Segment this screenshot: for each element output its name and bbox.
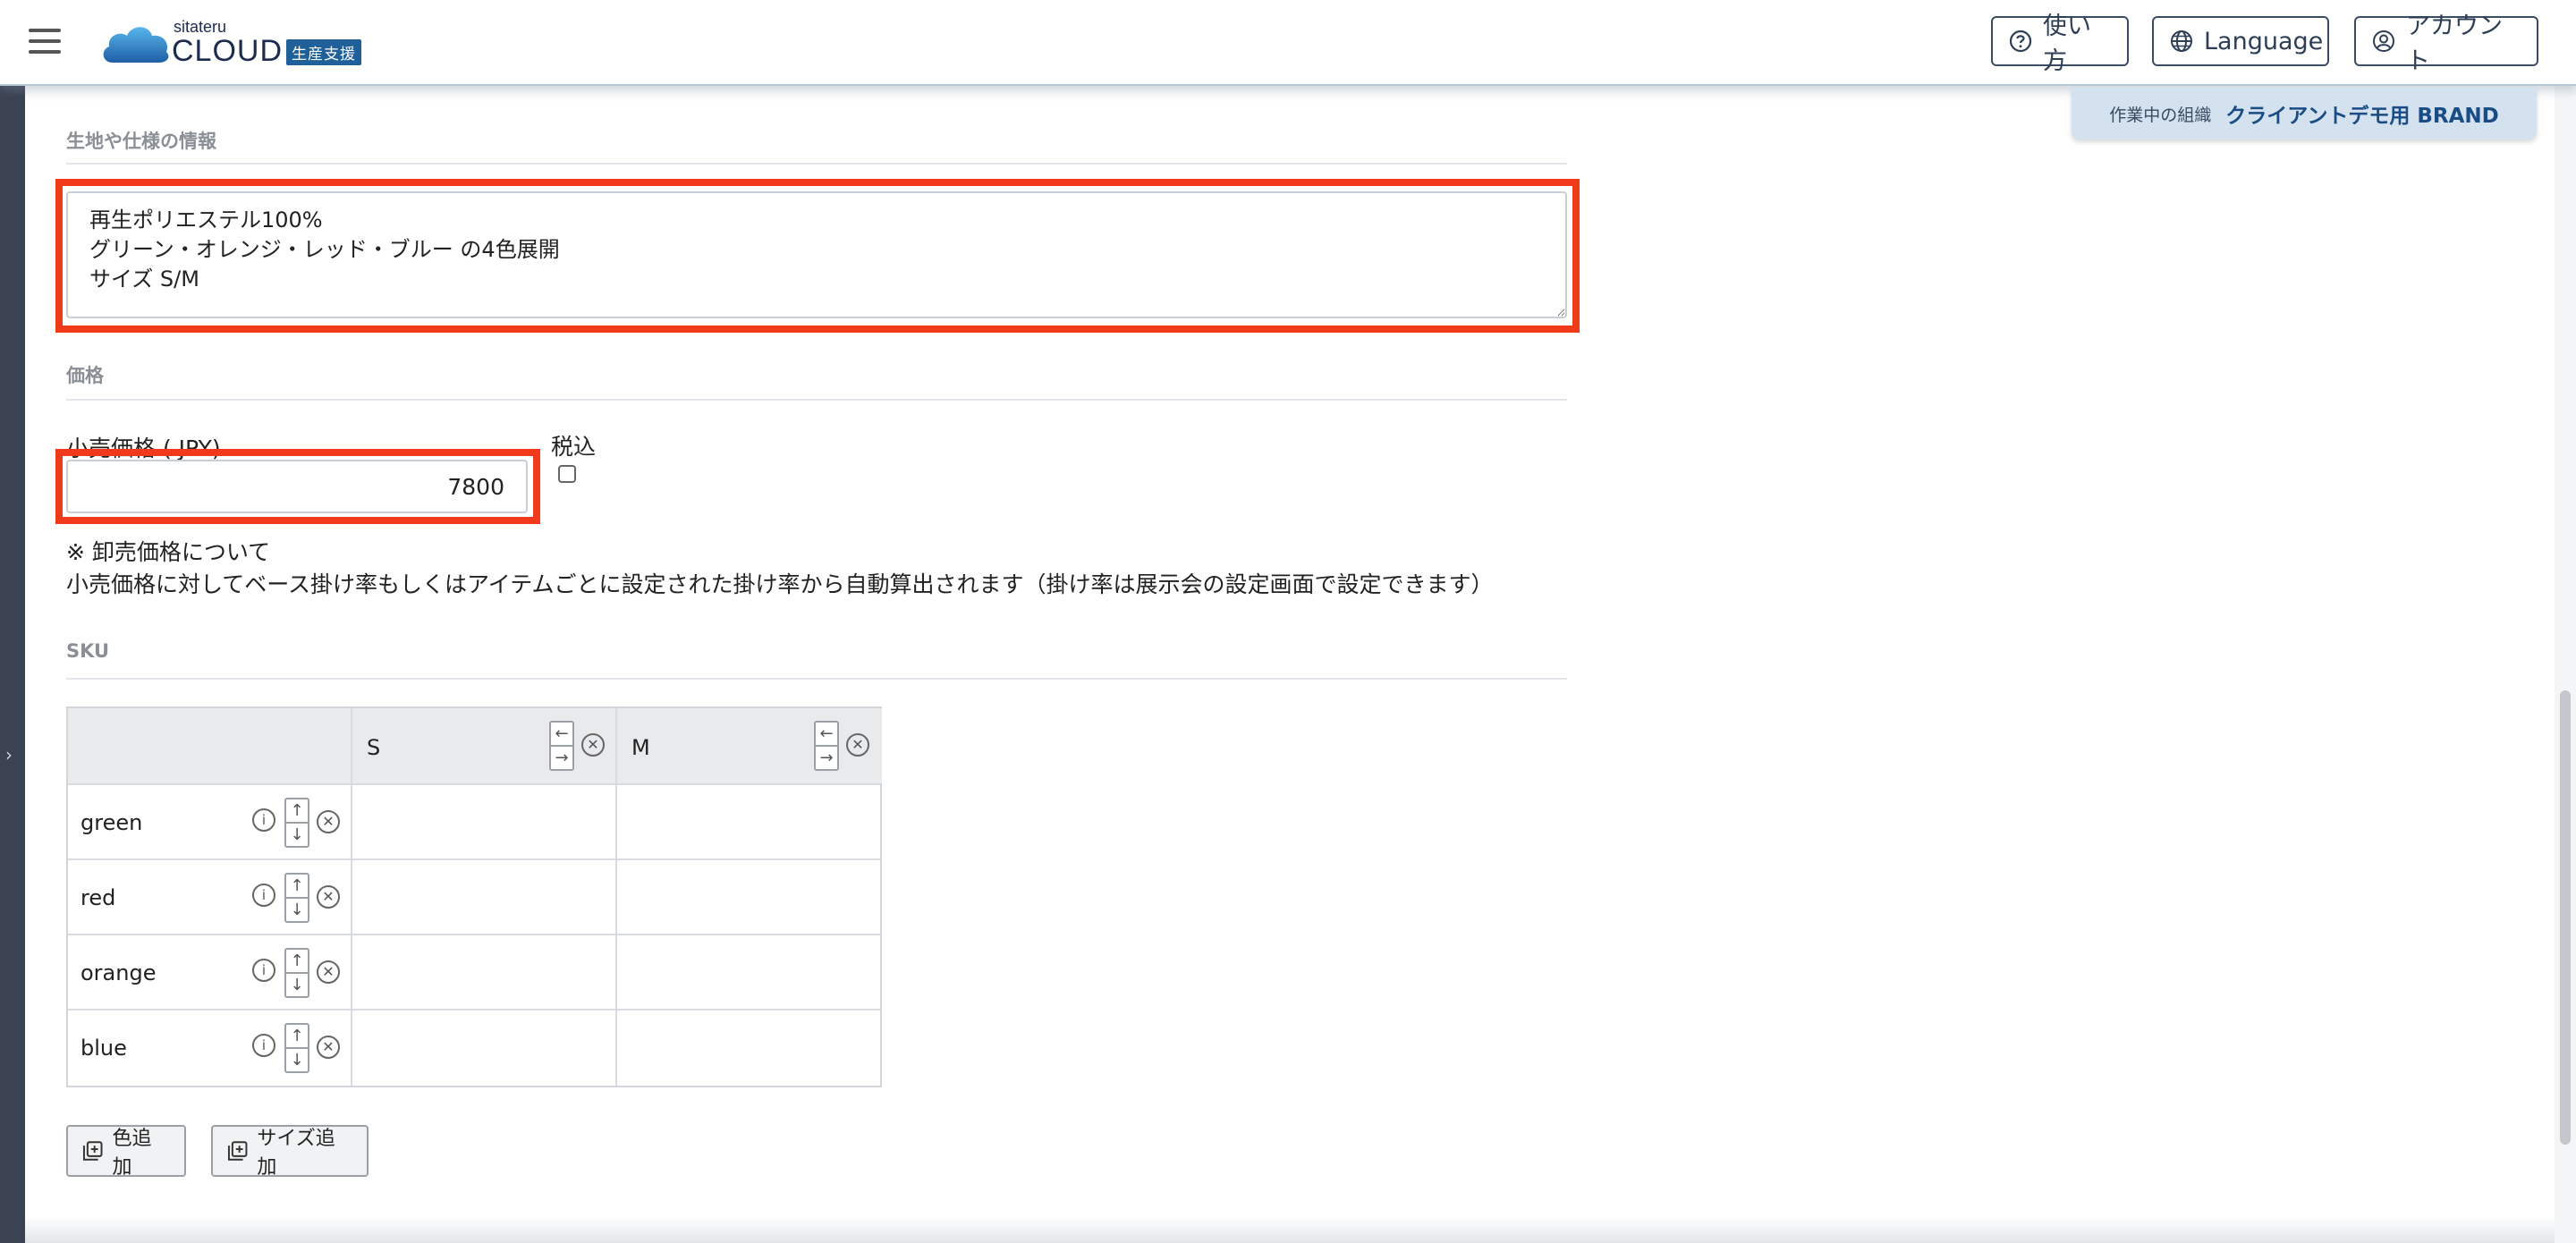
sku-cell[interactable] bbox=[617, 1010, 882, 1086]
add-size-button[interactable]: サイズ追加 bbox=[211, 1125, 369, 1179]
left-rail: › bbox=[0, 86, 25, 1243]
arrow-down-icon[interactable]: ↓ bbox=[286, 899, 308, 921]
arrow-left-icon[interactable]: ← bbox=[816, 723, 837, 747]
org-label: 作業中の組織 bbox=[2109, 105, 2212, 125]
app-header: sitateru CLOUD 生産支援 使い方 Language アカウント bbox=[0, 0, 2576, 86]
color-cell: blue i ↑ ↓ ✕ bbox=[68, 1010, 352, 1086]
color-label: green bbox=[80, 810, 143, 835]
wholesale-note-title: ※ 卸売価格について bbox=[66, 539, 271, 565]
main-panel: 生地や仕様の情報 価格 小売価格 ( JPY) 税込 ※ 卸売価格について 小売… bbox=[25, 86, 2555, 1243]
sku-table: S ← → ✕ M ← → ✕ green i ↑ ↓ ✕ red i ↑ ↓ … bbox=[66, 706, 882, 1087]
arrow-down-icon[interactable]: ↓ bbox=[286, 1049, 308, 1071]
arrow-left-icon[interactable]: ← bbox=[551, 723, 572, 747]
cloud-logo-icon bbox=[103, 27, 169, 63]
info-circle-icon[interactable]: i bbox=[252, 1034, 275, 1057]
account-button-label: アカウント bbox=[2406, 13, 2503, 75]
section-divider bbox=[66, 399, 1567, 401]
sku-color-row: red i ↑ ↓ ✕ bbox=[68, 860, 880, 935]
spec-section-title: 生地や仕様の情報 bbox=[66, 131, 216, 152]
color-cell: red i ↑ ↓ ✕ bbox=[68, 860, 352, 934]
page-scrollbar[interactable] bbox=[2555, 86, 2576, 1243]
sku-size-header: M ← → ✕ bbox=[617, 708, 882, 783]
globe-icon bbox=[2171, 30, 2192, 52]
price-section-title: 価格 bbox=[66, 365, 104, 386]
plus-square-icon bbox=[227, 1141, 248, 1161]
sku-color-row: blue i ↑ ↓ ✕ bbox=[68, 1010, 880, 1086]
chevron-right-icon[interactable]: › bbox=[5, 744, 13, 765]
color-label: red bbox=[80, 885, 116, 910]
user-circle-icon bbox=[2373, 30, 2394, 52]
color-move-control: ↑ ↓ bbox=[284, 948, 309, 998]
hamburger-icon[interactable] bbox=[29, 29, 61, 54]
spec-highlight-box bbox=[55, 179, 1580, 333]
info-circle-icon[interactable]: i bbox=[252, 884, 275, 907]
arrow-down-icon[interactable]: ↓ bbox=[286, 974, 308, 996]
size-label: M bbox=[631, 735, 650, 760]
sku-color-row: orange i ↑ ↓ ✕ bbox=[68, 935, 880, 1010]
x-circle-icon[interactable]: ✕ bbox=[581, 733, 605, 757]
sku-cell[interactable] bbox=[617, 785, 882, 858]
tax-included-checkbox[interactable] bbox=[558, 465, 576, 483]
panel-bottom-shadow bbox=[25, 1216, 2555, 1243]
arrow-down-icon[interactable]: ↓ bbox=[286, 824, 308, 846]
info-circle-icon[interactable]: i bbox=[252, 808, 275, 832]
sku-header-row: S ← → ✕ M ← → ✕ bbox=[68, 708, 882, 785]
size-move-control: ← → bbox=[814, 721, 839, 771]
tax-included-label: 税込 bbox=[551, 434, 597, 460]
section-divider bbox=[66, 163, 1567, 165]
x-circle-icon[interactable]: ✕ bbox=[317, 960, 340, 984]
arrow-up-icon[interactable]: ↑ bbox=[286, 875, 308, 899]
color-label: orange bbox=[80, 960, 157, 985]
sku-corner-cell bbox=[68, 708, 352, 783]
size-label: S bbox=[367, 735, 381, 760]
account-button[interactable]: アカウント bbox=[2354, 13, 2538, 75]
sku-cell[interactable] bbox=[617, 935, 882, 1009]
section-divider bbox=[66, 678, 1567, 680]
color-move-control: ↑ ↓ bbox=[284, 798, 309, 848]
sku-cell[interactable] bbox=[352, 935, 617, 1009]
arrow-up-icon[interactable]: ↑ bbox=[286, 1025, 308, 1049]
price-highlight-box bbox=[55, 449, 540, 524]
current-organization-tab[interactable]: 作業中の組織 クライアントデモ用 BRAND bbox=[2072, 88, 2537, 140]
logo-badge: 生産支援 bbox=[286, 39, 361, 65]
help-button[interactable]: 使い方 bbox=[1991, 13, 2129, 75]
color-cell: green i ↑ ↓ ✕ bbox=[68, 785, 352, 858]
add-color-label: 色追加 bbox=[112, 1128, 152, 1179]
x-circle-icon[interactable]: ✕ bbox=[317, 810, 340, 833]
org-value: クライアントデモ用 BRAND bbox=[2225, 105, 2499, 128]
size-move-control: ← → bbox=[549, 721, 574, 771]
app-logo[interactable]: sitateru CLOUD 生産支援 bbox=[100, 16, 386, 70]
arrow-right-icon[interactable]: → bbox=[551, 747, 572, 769]
sku-cell[interactable] bbox=[352, 785, 617, 858]
language-button[interactable]: Language bbox=[2152, 16, 2329, 66]
plus-square-icon bbox=[82, 1141, 103, 1161]
wholesale-note-body: 小売価格に対してベース掛け率もしくはアイテムごとに設定された掛け率から自動算出さ… bbox=[66, 571, 1494, 597]
sku-size-header: S ← → ✕ bbox=[352, 708, 617, 783]
sku-cell[interactable] bbox=[617, 860, 882, 934]
sku-section-title: SKU bbox=[66, 640, 110, 662]
x-circle-icon[interactable]: ✕ bbox=[317, 885, 340, 909]
add-color-button[interactable]: 色追加 bbox=[66, 1125, 186, 1179]
arrow-up-icon[interactable]: ↑ bbox=[286, 950, 308, 974]
add-size-label: サイズ追加 bbox=[257, 1128, 335, 1179]
color-label: blue bbox=[80, 1036, 127, 1061]
sku-color-row: green i ↑ ↓ ✕ bbox=[68, 785, 880, 860]
logo-main-text: CLOUD bbox=[172, 34, 284, 68]
color-move-control: ↑ ↓ bbox=[284, 1023, 309, 1073]
info-circle-icon[interactable]: i bbox=[252, 959, 275, 982]
question-circle-icon bbox=[2009, 30, 2032, 53]
color-cell: orange i ↑ ↓ ✕ bbox=[68, 935, 352, 1009]
scrollbar-thumb[interactable] bbox=[2560, 690, 2571, 1145]
help-button-label: 使い方 bbox=[2043, 13, 2091, 75]
sku-cell[interactable] bbox=[352, 1010, 617, 1086]
x-circle-icon[interactable]: ✕ bbox=[317, 1036, 340, 1059]
x-circle-icon[interactable]: ✕ bbox=[846, 733, 869, 757]
arrow-up-icon[interactable]: ↑ bbox=[286, 799, 308, 824]
language-button-label: Language bbox=[2204, 27, 2324, 55]
arrow-right-icon[interactable]: → bbox=[816, 747, 837, 769]
color-move-control: ↑ ↓ bbox=[284, 873, 309, 923]
sku-cell[interactable] bbox=[352, 860, 617, 934]
